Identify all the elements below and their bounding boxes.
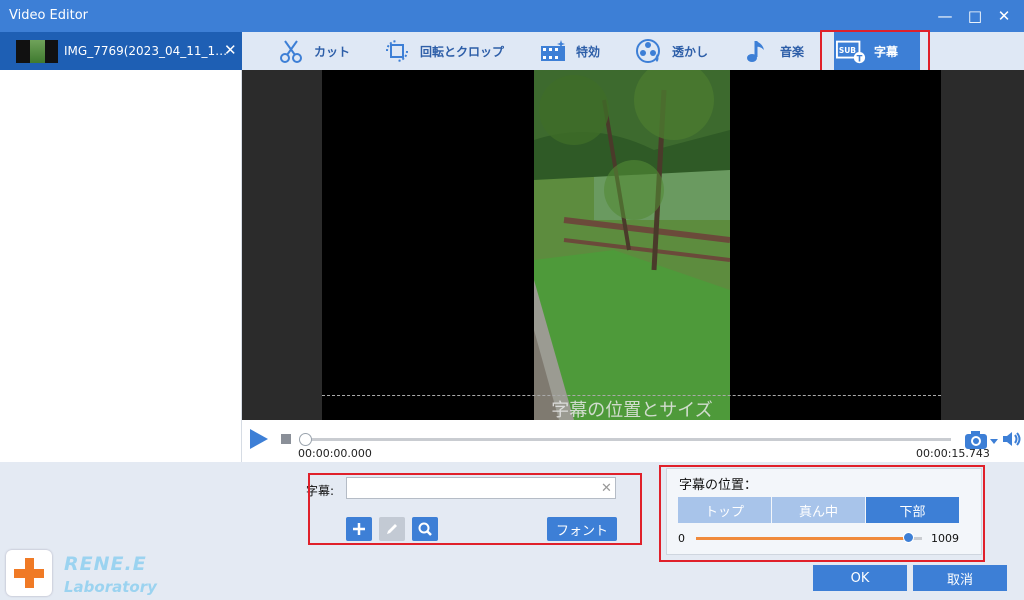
music-icon xyxy=(742,36,772,66)
timeline-knob[interactable] xyxy=(299,433,312,446)
position-title: 字幕の位置： xyxy=(679,478,758,493)
position-middle-option[interactable]: 真ん中 xyxy=(772,497,865,523)
subtitle-label: 字幕: xyxy=(306,484,335,498)
tool-subtitle-label: 字幕 xyxy=(874,44,899,59)
play-button[interactable] xyxy=(250,429,268,449)
file-close-icon[interactable]: ✕ xyxy=(224,41,237,59)
tool-effects-label: 特効 xyxy=(576,44,601,59)
brand-subtitle: Laboratory xyxy=(64,578,157,596)
search-subtitle-button[interactable] xyxy=(412,517,438,541)
position-bottom-option[interactable]: 下部 xyxy=(866,497,959,523)
rene-logo-icon xyxy=(6,550,52,596)
tool-watermark-label: 透かし xyxy=(672,44,709,59)
close-window-button[interactable]: ✕ xyxy=(991,4,1017,28)
svg-text:T: T xyxy=(857,53,863,63)
current-time: 00:00:00.000 xyxy=(298,447,372,460)
window-title: Video Editor xyxy=(9,8,89,23)
tool-effects[interactable]: 特効 xyxy=(538,32,600,70)
file-tab[interactable]: IMG_7769(2023_04_11_1… ✕ xyxy=(0,32,242,70)
rotate-crop-icon xyxy=(382,36,412,66)
clear-input-icon[interactable]: ✕ xyxy=(601,481,612,496)
tool-rotate-crop[interactable]: 回転とクロップ xyxy=(382,32,504,70)
video-frame xyxy=(534,70,730,420)
search-icon xyxy=(418,522,432,536)
edit-toolbar: カット 回転とクロップ 特効 透かし 音楽 SUB T 字幕 xyxy=(242,32,1024,70)
slider-min: 0 xyxy=(678,532,685,545)
tool-watermark[interactable]: 透かし xyxy=(634,32,708,70)
watermark-icon xyxy=(634,36,664,66)
tool-cut[interactable]: カット xyxy=(276,32,350,70)
position-top-option[interactable]: トップ xyxy=(678,497,771,523)
tool-rotate-crop-label: 回転とクロップ xyxy=(420,44,505,59)
volume-icon[interactable] xyxy=(1002,430,1022,452)
tool-subtitle[interactable]: SUB T 字幕 xyxy=(834,32,920,70)
tool-music[interactable]: 音楽 xyxy=(742,32,804,70)
subtitle-input[interactable] xyxy=(346,477,616,499)
svg-text:SUB: SUB xyxy=(839,46,856,55)
cut-icon xyxy=(276,36,306,66)
position-slider-fill xyxy=(696,537,909,540)
plus-icon xyxy=(353,523,365,535)
tool-cut-label: カット xyxy=(314,44,351,59)
effects-icon xyxy=(538,36,568,66)
file-name: IMG_7769(2023_04_11_1… xyxy=(64,44,228,58)
file-thumbnail xyxy=(16,40,58,63)
file-list-panel xyxy=(0,70,242,462)
subtitle-preview-text[interactable]: 字幕の位置とサイズ xyxy=(514,396,750,422)
timeline-track[interactable] xyxy=(304,438,951,441)
pencil-icon xyxy=(387,524,397,534)
title-bar: Video Editor — □ ✕ xyxy=(0,0,1024,32)
font-button[interactable]: フォント xyxy=(547,517,617,541)
maximize-button[interactable]: □ xyxy=(962,4,988,28)
edit-subtitle-button[interactable] xyxy=(379,517,405,541)
minimize-button[interactable]: — xyxy=(932,4,958,28)
brand-name: RENE.E xyxy=(64,553,147,575)
add-subtitle-button[interactable] xyxy=(346,517,372,541)
slider-max: 1009 xyxy=(931,532,959,545)
ok-button[interactable]: OK xyxy=(813,565,907,591)
screenshot-camera-icon[interactable] xyxy=(964,430,998,454)
stop-button[interactable] xyxy=(281,434,291,444)
subtitle-icon: SUB T xyxy=(836,36,866,66)
cancel-button[interactable]: 取消 xyxy=(913,565,1007,591)
tool-music-label: 音楽 xyxy=(780,44,805,59)
